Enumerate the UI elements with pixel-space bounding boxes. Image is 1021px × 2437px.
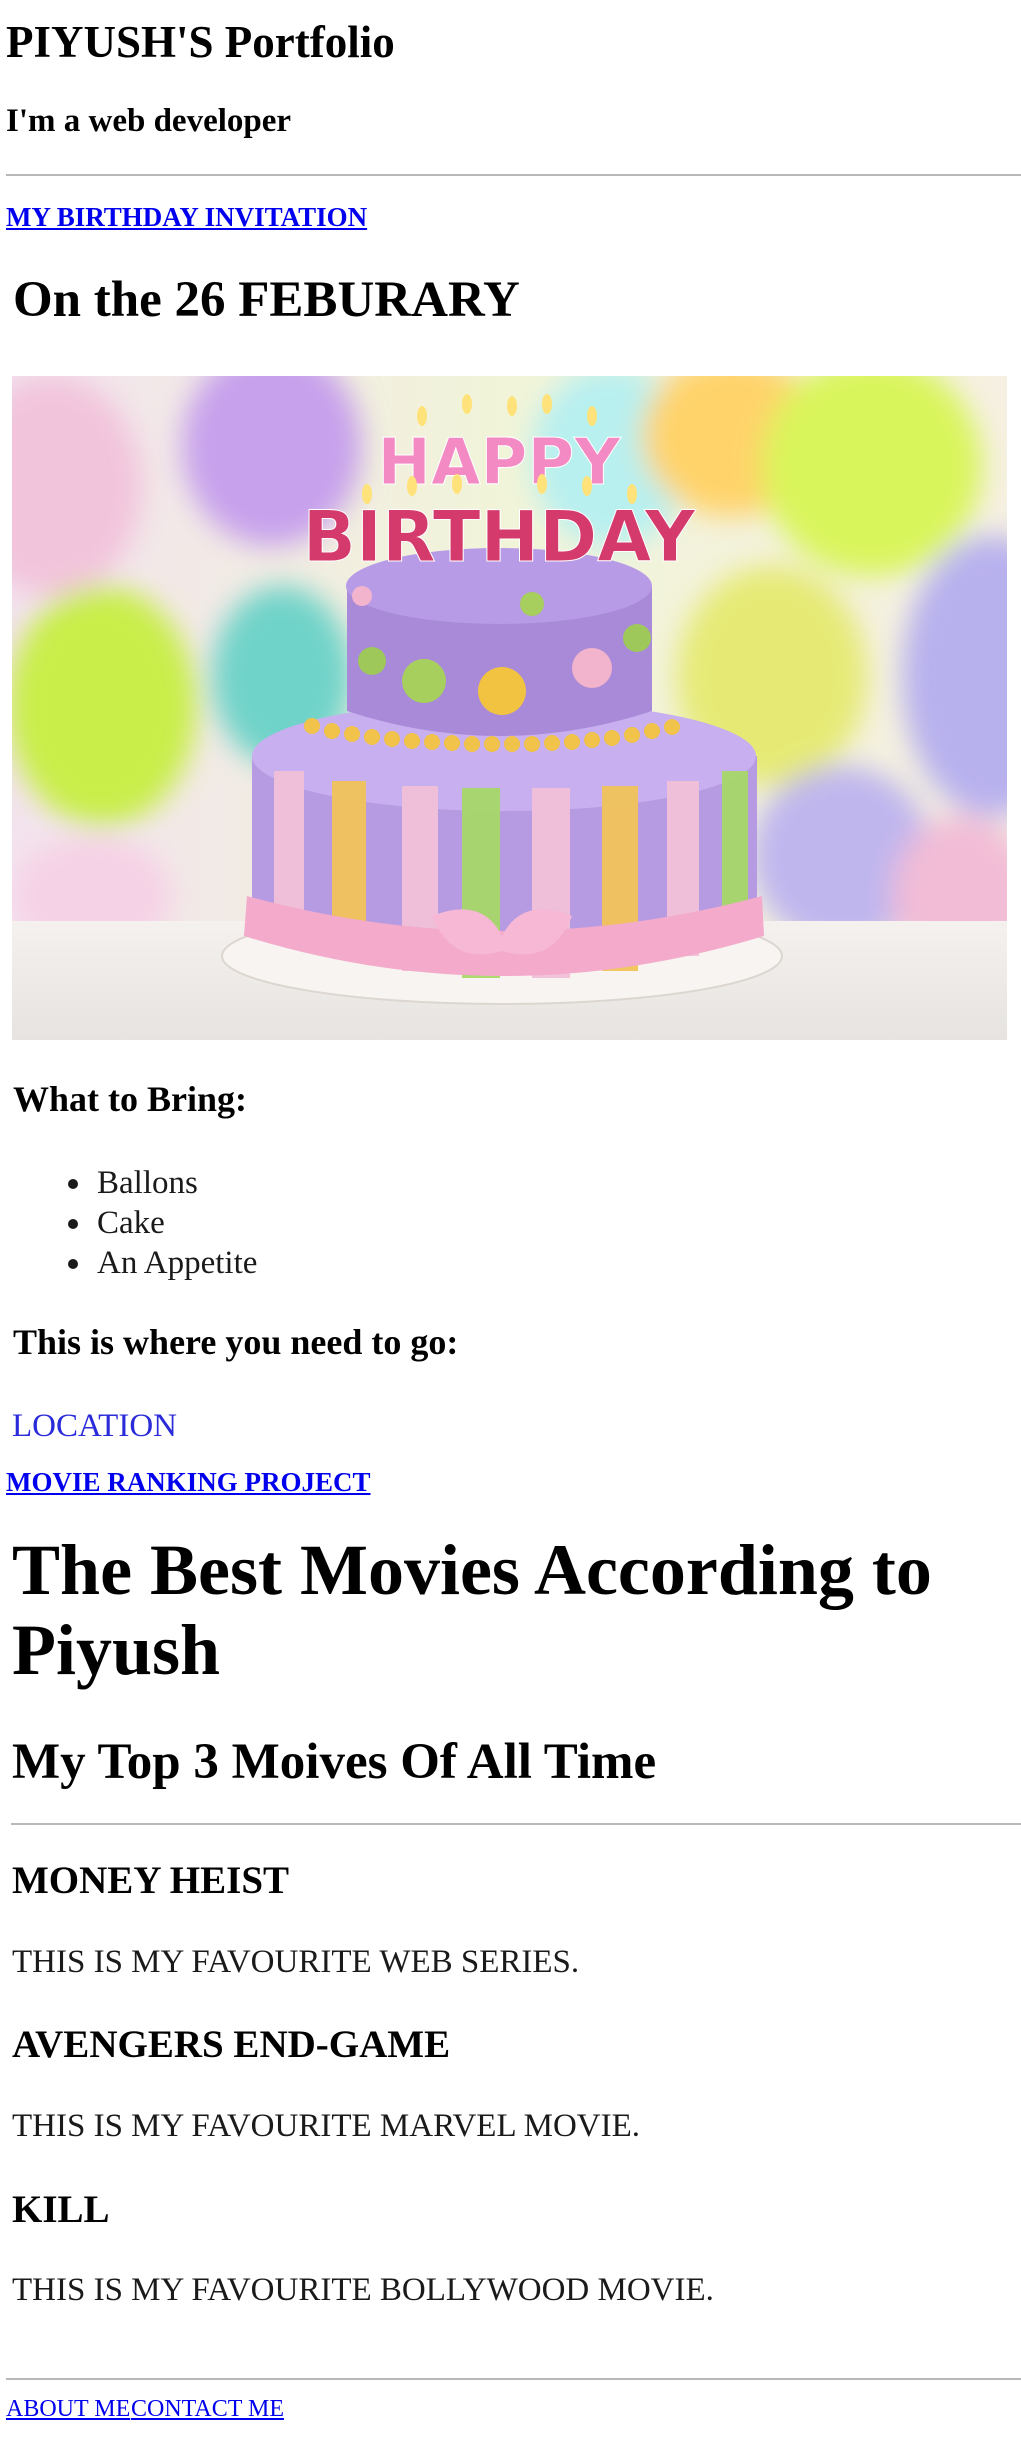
movie-title: AVENGERS END-GAME [12,2023,451,2066]
site-tagline: I'm a web developer [6,103,292,139]
cake-birthday-text: BIRTHDAY [303,496,697,578]
movie-ranking-link[interactable]: MOVIE RANKING PROJECT [6,1467,371,1498]
site-title: PIYUSH'S Portfolio [6,17,395,67]
list-item: Ballons [0,1163,257,1203]
movie-description: THIS IS MY FAVOURITE BOLLYWOOD MOVIE. [12,2272,714,2308]
about-me-link[interactable]: ABOUT ME [6,2396,130,2422]
invitation-date-heading: On the 26 FEBURARY [13,272,520,328]
what-to-bring-heading: What to Bring: [13,1079,247,1119]
birthday-cake-image: HAPPY BIRTHDAY [12,376,1007,1040]
bullet-icon [68,1259,78,1269]
movies-page-title: The Best Movies According to Piyush [12,1530,932,1690]
list-item: Cake [0,1203,257,1243]
list-item-label: An Appetite [97,1245,258,1281]
movies-divider [11,1823,1021,1825]
list-item: An Appetite [0,1243,257,1283]
bullet-icon [68,1179,78,1189]
footer-divider [6,2378,1021,2380]
bring-list: Ballons Cake An Appetite [0,1163,257,1283]
contact-me-link[interactable]: CONTACT ME [131,2396,284,2422]
list-item-label: Ballons [97,1165,198,1201]
movie-description: THIS IS MY FAVOURITE WEB SERIES. [12,1944,580,1980]
location-link[interactable]: LOCATION [12,1408,177,1444]
movie-title: KILL [12,2188,110,2231]
movies-subtitle: My Top 3 Moives Of All Time [12,1734,657,1790]
header-divider [6,174,1021,176]
bullet-icon [68,1219,78,1229]
where-to-go-heading: This is where you need to go: [13,1322,459,1362]
movie-description: THIS IS MY FAVOURITE MARVEL MOVIE. [12,2108,641,2144]
list-item-label: Cake [97,1205,165,1241]
birthday-invitation-link[interactable]: MY BIRTHDAY INVITATION [6,202,367,233]
movie-title: MONEY HEIST [12,1859,290,1902]
